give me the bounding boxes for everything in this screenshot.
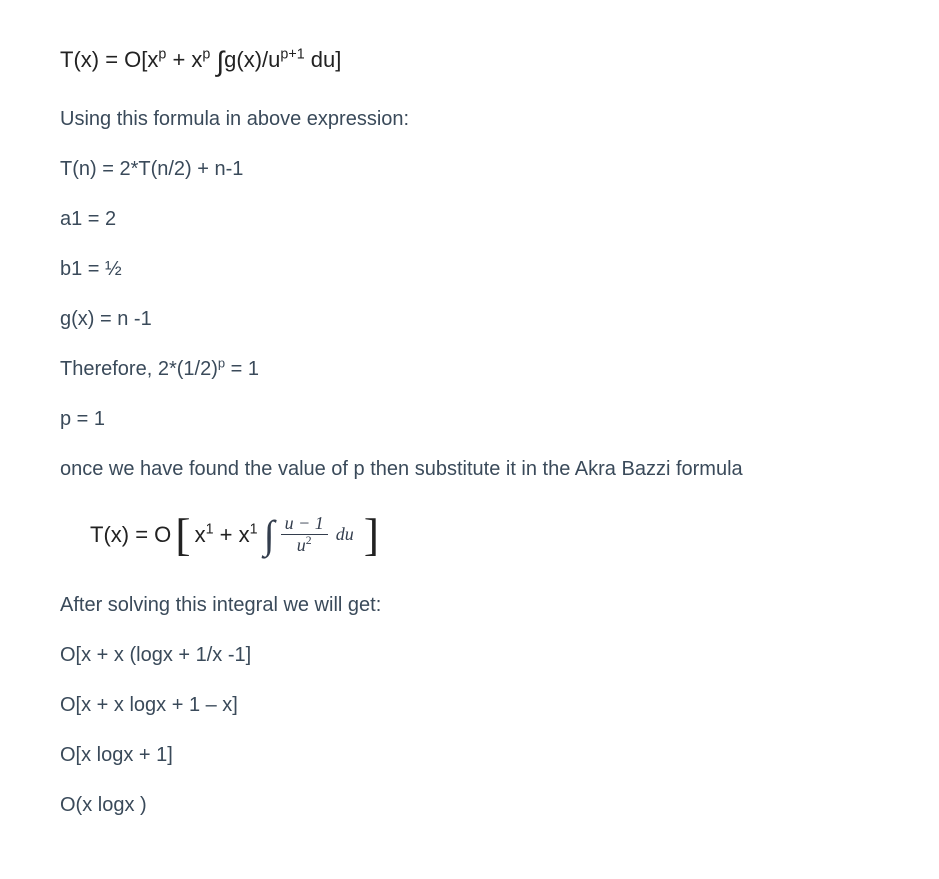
fraction-numerator: u − 1 [281,514,328,535]
left-bracket-icon: [ [171,512,194,558]
formula-top-text: T(x) = O[xp + xp ∫g(x)/up+1 du] [60,47,341,72]
fraction: u − 1 u2 [281,514,328,556]
formula-top: T(x) = O[xp + xp ∫g(x)/up+1 du] [60,40,879,85]
eq-left: T(x) = O [90,517,171,552]
a1-line: a1 = 2 [60,203,879,235]
result-3: O[x logx + 1] [60,739,879,771]
p-line: p = 1 [60,403,879,435]
integral-box: ∫ u − 1 u2 du [264,503,354,567]
after-solving-text: After solving this integral we will get: [60,589,879,621]
gx-line: g(x) = n -1 [60,303,879,335]
intro-text: Using this formula in above expression: [60,103,879,135]
therefore-line: Therefore, 2*(1/2)p = 1 [60,353,879,385]
du-text: du [336,520,354,549]
eq-inside-left: x1 + x1 [195,517,258,552]
fraction-denominator: u2 [293,535,316,556]
result-4: O(x logx ) [60,789,879,821]
substitute-text: once we have found the value of p then s… [60,453,879,485]
recurrence: T(n) = 2*T(n/2) + n-1 [60,153,879,185]
akra-bazzi-equation: T(x) = O [ x1 + x1 ∫ u − 1 u2 du ] [90,503,879,567]
integral-icon: ∫ [264,503,275,567]
result-1: O[x + x (logx + 1/x -1] [60,639,879,671]
therefore-text: Therefore, 2*(1/2)p = 1 [60,358,259,380]
right-bracket-icon: ] [360,512,383,558]
b1-line: b1 = ½ [60,253,879,285]
result-2: O[x + x logx + 1 – x] [60,689,879,721]
